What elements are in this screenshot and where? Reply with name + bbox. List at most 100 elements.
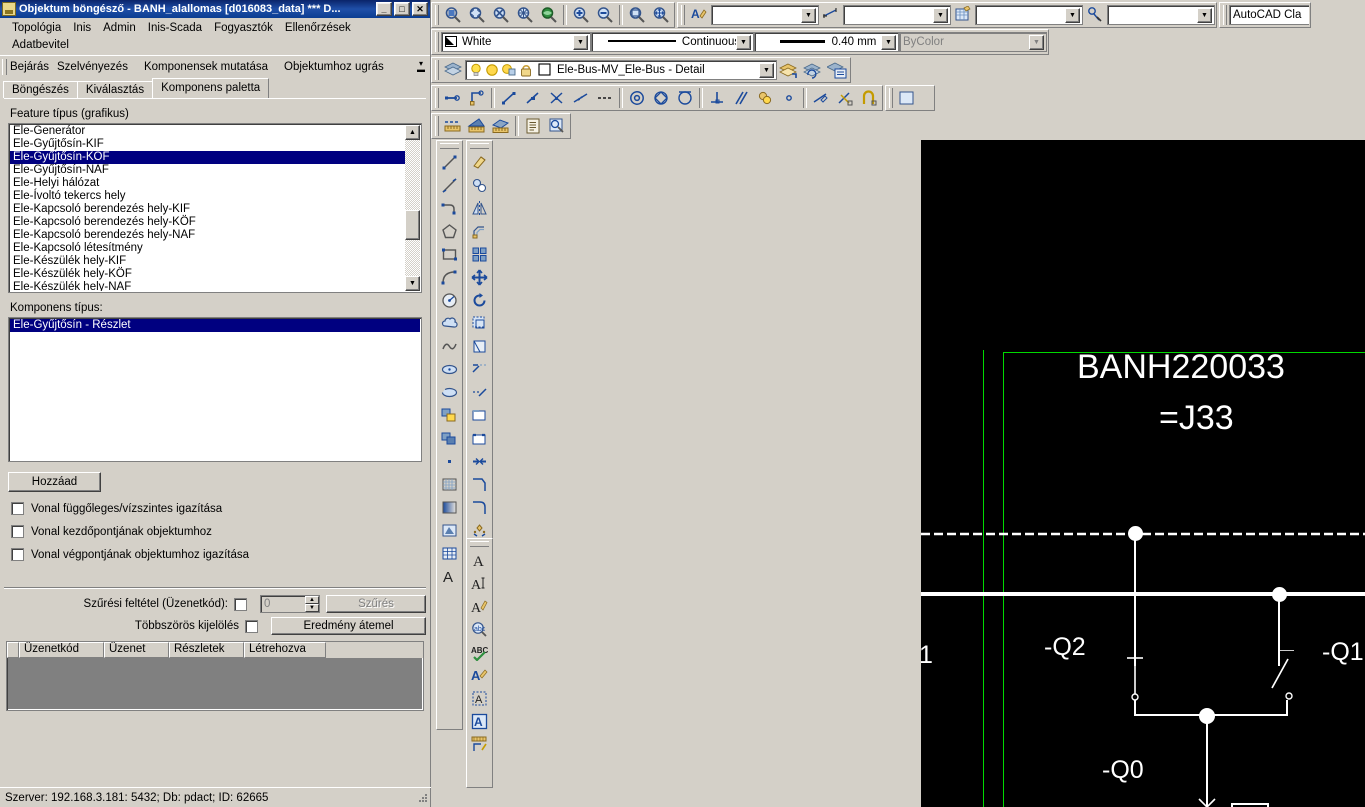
- snap-midpoint-icon[interactable]: [497, 87, 521, 109]
- chevron-down-icon[interactable]: ▼: [801, 7, 816, 23]
- multiline-text-icon[interactable]: A: [438, 565, 461, 588]
- offset-icon[interactable]: [468, 220, 491, 243]
- snap-insert-icon[interactable]: [753, 87, 777, 109]
- convert-distance-icon[interactable]: [468, 733, 491, 756]
- checkbox-multiselect[interactable]: [245, 619, 258, 633]
- toolstrip-overflow-button[interactable]: ▾ ▬: [415, 59, 427, 74]
- toolbar-gripper[interactable]: [435, 87, 439, 108]
- list-item[interactable]: Ele-Generátor: [10, 125, 405, 138]
- justify-text-icon[interactable]: A: [468, 710, 491, 733]
- scroll-up-icon[interactable]: ▲: [405, 125, 420, 140]
- message-grid[interactable]: Üzenetkód Üzenet Részletek Létrehozva: [6, 641, 424, 711]
- region-icon[interactable]: [438, 519, 461, 542]
- rectangle-icon[interactable]: [438, 243, 461, 266]
- tool-szelvenyezes[interactable]: Szelvényezés: [57, 61, 136, 73]
- pan-icon[interactable]: [649, 4, 673, 26]
- dim-style-combo[interactable]: ▼: [843, 4, 951, 25]
- grid-col-reszletek[interactable]: Részletek: [169, 642, 244, 658]
- spinner-up-icon[interactable]: ▲: [305, 596, 319, 604]
- point-icon[interactable]: [438, 450, 461, 473]
- snap-nearest-icon[interactable]: [809, 87, 833, 109]
- menu-inis[interactable]: Inis: [73, 20, 103, 37]
- feature-type-listbox[interactable]: Ele-Generátor Ele-Gyűjtősín-KIF Ele-Gyűj…: [8, 123, 422, 293]
- toolbar-gripper[interactable]: [1223, 4, 1227, 25]
- circle-icon[interactable]: [438, 289, 461, 312]
- toolbar-gripper[interactable]: [435, 59, 439, 80]
- layer-combo[interactable]: Ele-Bus-MV_Ele-Bus - Detail ▼: [465, 59, 777, 80]
- find-text-icon[interactable]: abc: [468, 618, 491, 641]
- area-icon[interactable]: [465, 115, 489, 137]
- spline-icon[interactable]: [438, 335, 461, 358]
- layer-previous-icon[interactable]: [801, 59, 825, 81]
- checkbox-align-line[interactable]: [11, 502, 24, 515]
- table-style-icon[interactable]: [951, 4, 975, 26]
- scroll-down-icon[interactable]: ▼: [405, 276, 420, 291]
- toolbar-gripper[interactable]: [435, 115, 439, 136]
- filter-code-value[interactable]: 0: [261, 596, 305, 612]
- plotstyle-combo[interactable]: ByColor ▼: [899, 31, 1047, 52]
- list-item-selected[interactable]: Ele-Gyűjtősín - Részlet: [10, 319, 420, 332]
- toolbar-gripper[interactable]: [470, 143, 489, 149]
- chevron-down-icon[interactable]: ▼: [933, 7, 948, 23]
- filter-code-spinner[interactable]: 0 ▲ ▼: [260, 595, 320, 613]
- insert-block-icon[interactable]: [438, 404, 461, 427]
- mirror-icon[interactable]: [468, 197, 491, 220]
- stretch-icon[interactable]: [468, 335, 491, 358]
- chamfer-icon[interactable]: [468, 473, 491, 496]
- chevron-down-icon[interactable]: ▼: [736, 34, 751, 50]
- scrollbar-track[interactable]: [405, 140, 420, 276]
- transfer-result-button[interactable]: Eredmény átemel: [271, 617, 426, 635]
- extend-icon[interactable]: [468, 381, 491, 404]
- grid-col-uzenet[interactable]: Üzenet: [104, 642, 169, 658]
- snap-apparent-icon[interactable]: [545, 87, 569, 109]
- snap-settings-dialog-icon[interactable]: [895, 87, 919, 109]
- list-item[interactable]: Ele-Készülék hely-NAF: [10, 281, 405, 291]
- table-style-combo[interactable]: ▼: [975, 4, 1083, 25]
- polygon-icon[interactable]: [438, 220, 461, 243]
- checkbox-snap-start[interactable]: [11, 525, 24, 538]
- toolbar-gripper[interactable]: [470, 541, 489, 547]
- menu-fogyasztok[interactable]: Fogyasztók: [214, 20, 285, 37]
- zoom-window-icon[interactable]: [441, 4, 465, 26]
- lineweight-combo[interactable]: 0.40 mm ▼: [754, 31, 899, 52]
- text-style-icon[interactable]: A: [687, 4, 711, 26]
- snap-none-icon[interactable]: [833, 87, 857, 109]
- join-icon[interactable]: [468, 450, 491, 473]
- list-item-selected[interactable]: Ele-Gyűjtősín-KÖF: [10, 151, 405, 164]
- zoom-previous-icon[interactable]: [489, 4, 513, 26]
- tool-komponensek-mutatasa[interactable]: Komponensek mutatása: [136, 61, 276, 73]
- menu-inis-scada[interactable]: Inis-Scada: [148, 20, 214, 37]
- line-icon[interactable]: [438, 151, 461, 174]
- array-icon[interactable]: [468, 243, 491, 266]
- break-at-point-icon[interactable]: [468, 404, 491, 427]
- menu-ellenorzesek[interactable]: Ellenőrzések: [285, 20, 363, 37]
- chevron-down-icon[interactable]: ▼: [881, 34, 896, 50]
- single-line-text-icon[interactable]: A: [468, 572, 491, 595]
- multileader-style-combo[interactable]: ▼: [1107, 4, 1215, 25]
- scale-icon[interactable]: [468, 312, 491, 335]
- menu-admin[interactable]: Admin: [103, 20, 148, 37]
- snap-tangent-icon[interactable]: [673, 87, 697, 109]
- spinner-down-icon[interactable]: ▼: [305, 604, 319, 612]
- move-icon[interactable]: [468, 266, 491, 289]
- checkbox-filter-enable[interactable]: [234, 597, 247, 611]
- hatch-icon[interactable]: [438, 473, 461, 496]
- text-style-combo[interactable]: ▼: [711, 4, 819, 25]
- list-item[interactable]: Ele-Helyi hálózat: [10, 177, 405, 190]
- make-current-icon[interactable]: [777, 59, 801, 81]
- rotate-icon[interactable]: [468, 289, 491, 312]
- toolstrip-gripper[interactable]: [2, 58, 7, 75]
- snap-perpendicular-icon[interactable]: [705, 87, 729, 109]
- grid-corner-cell[interactable]: [7, 642, 19, 658]
- zoom-scale-icon[interactable]: [513, 4, 537, 26]
- list-item[interactable]: Ele-Készülék hely-KÖF: [10, 268, 405, 281]
- edit-text-icon[interactable]: A: [468, 595, 491, 618]
- osnap-settings-icon[interactable]: [857, 87, 881, 109]
- erase-icon[interactable]: [468, 151, 491, 174]
- freeze-icon[interactable]: [500, 62, 518, 78]
- distance-icon[interactable]: [441, 115, 465, 137]
- add-button[interactable]: Hozzáad: [8, 472, 101, 492]
- copy-icon[interactable]: [468, 174, 491, 197]
- tool-bejaras[interactable]: Bejárás: [10, 61, 57, 73]
- snap-null-icon[interactable]: [593, 87, 617, 109]
